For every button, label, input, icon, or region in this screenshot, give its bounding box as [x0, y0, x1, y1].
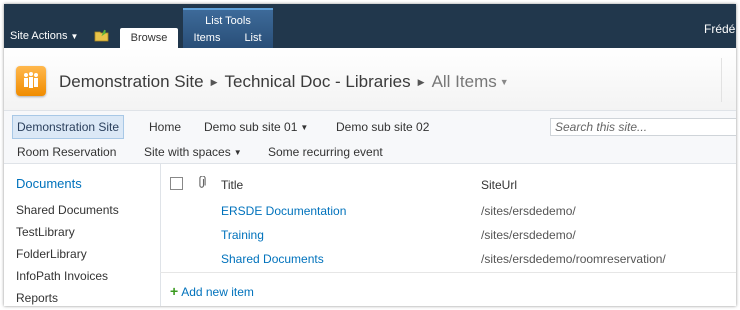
quick-launch-item[interactable]: TestLibrary [16, 225, 75, 239]
topnav-label: Room Reservation [17, 145, 117, 159]
chevron-down-icon: ▼ [300, 123, 309, 132]
user-menu[interactable]: Frédé [704, 22, 735, 36]
tab-browse[interactable]: Browse [120, 28, 178, 48]
breadcrumb-arrow-icon: ▶ [210, 77, 218, 87]
topnav-home[interactable]: Home [149, 116, 181, 138]
column-header-title[interactable]: Title [221, 178, 243, 192]
topnav-label: Some recurring event [268, 145, 383, 159]
breadcrumb-list[interactable]: Technical Doc - Libraries [225, 72, 411, 91]
plus-icon: + [170, 283, 179, 299]
topnav-label: Demo sub site 01 [204, 120, 298, 134]
site-actions-label: Site Actions [10, 30, 68, 42]
breadcrumb-view[interactable]: All Items [432, 72, 497, 91]
quick-launch-heading[interactable]: Documents [16, 176, 82, 191]
breadcrumb-site[interactable]: Demonstration Site [59, 72, 204, 91]
breadcrumb-arrow-icon: ▶ [417, 77, 425, 87]
divider [721, 58, 722, 102]
topnav-demo-sub-site-02[interactable]: Demo sub site 02 [336, 116, 429, 138]
row-siteurl: /sites/ersdedemo/roomreservation/ [481, 252, 666, 266]
chevron-down-icon[interactable]: ▼ [500, 77, 509, 87]
row-title-link[interactable]: Training [221, 228, 264, 242]
quick-launch-item[interactable]: Reports [16, 291, 58, 305]
paperclip-icon [197, 175, 207, 193]
tab-items[interactable]: Items [187, 28, 227, 48]
search-input[interactable] [550, 118, 736, 136]
tab-list[interactable]: List [234, 28, 272, 48]
chevron-down-icon: ▼ [70, 32, 79, 41]
row-siteurl: /sites/ersdedemo/ [481, 228, 576, 242]
row-title-link[interactable]: ERSDE Documentation [221, 204, 346, 218]
topnav-demonstration-site[interactable]: Demonstration Site [12, 115, 125, 139]
topnav-label: Home [149, 120, 182, 134]
topnav-site-with-spaces[interactable]: Site with spaces ▼ [144, 141, 242, 163]
topnav-label: Demo sub site 02 [336, 120, 430, 134]
quick-launch-item[interactable]: InfoPath Invoices [16, 269, 108, 283]
add-new-item-label: Add new item [181, 285, 254, 299]
ribbon: Site Actions ▼ List Tools Browse Items Li… [4, 4, 736, 50]
quick-launch: Documents Shared Documents TestLibrary F… [4, 164, 161, 306]
quick-launch-item[interactable]: Shared Documents [16, 203, 119, 217]
divider [160, 272, 736, 273]
row-title-link[interactable]: Shared Documents [221, 252, 324, 266]
chevron-down-icon: ▼ [233, 148, 242, 157]
topnav-demo-sub-site-01[interactable]: Demo sub site 01 ▼ [204, 116, 308, 138]
folder-up-icon[interactable] [94, 28, 110, 42]
topnav-some-recurring-event[interactable]: Some recurring event [268, 141, 383, 163]
sharepoint-window: Site Actions ▼ List Tools Browse Items Li… [4, 4, 736, 306]
topnav-label: Site with spaces [144, 145, 231, 159]
quick-launch-item[interactable]: FolderLibrary [16, 247, 87, 261]
topnav-label: Demonstration Site [17, 120, 120, 134]
site-actions-menu[interactable]: Site Actions ▼ [10, 30, 78, 42]
add-new-item-link[interactable]: + Add new item [170, 283, 254, 299]
topnav-room-reservation[interactable]: Room Reservation [17, 141, 116, 163]
row-siteurl: /sites/ersdedemo/ [481, 204, 576, 218]
site-logo-icon[interactable] [16, 66, 46, 96]
breadcrumb: Demonstration Site ▶ Technical Doc - Libra… [59, 72, 509, 92]
list-tools-label: List Tools [205, 15, 251, 27]
select-all-checkbox[interactable] [170, 177, 183, 190]
column-header-siteurl[interactable]: SiteUrl [481, 178, 517, 192]
title-area: Demonstration Site ▶ Technical Doc - Libra… [4, 48, 736, 111]
